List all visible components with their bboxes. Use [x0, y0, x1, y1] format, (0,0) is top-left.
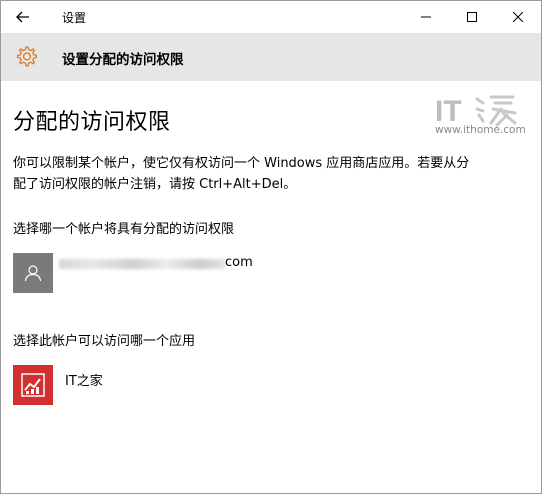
maximize-icon	[467, 12, 477, 22]
close-icon	[513, 12, 523, 22]
user-icon	[24, 265, 42, 282]
minimize-icon	[421, 16, 431, 18]
back-button[interactable]	[11, 5, 35, 29]
avatar	[13, 253, 53, 293]
app-name: IT之家	[65, 374, 103, 389]
gear-icon	[16, 46, 38, 67]
account-name-redacted	[59, 259, 225, 269]
settings-window: 设置 设置分配的访问权限 IT www.ithome.com 分配的访问权限 你…	[0, 0, 542, 494]
account-section-label: 选择哪一个帐户将具有分配的访问权限	[13, 222, 235, 237]
chart-icon	[21, 373, 45, 397]
page-description: 你可以限制某个帐户，使它仅有权访问一个 Windows 应用商店应用。若要从分配…	[13, 156, 470, 192]
back-arrow-icon	[16, 11, 29, 23]
page-header: 设置分配的访问权限	[1, 33, 541, 81]
account-name: com	[225, 255, 253, 270]
header-title: 设置分配的访问权限	[62, 52, 184, 68]
close-button[interactable]	[495, 1, 541, 33]
maximize-button[interactable]	[449, 1, 495, 33]
app-icon	[13, 365, 53, 405]
choose-account-button[interactable]: com	[13, 253, 313, 293]
title-bar: 设置	[1, 1, 541, 33]
minimize-button[interactable]	[403, 1, 449, 33]
choose-app-button[interactable]: IT之家	[13, 365, 213, 405]
window-title: 设置	[62, 11, 87, 25]
watermark-url: www.ithome.com	[435, 124, 526, 136]
page-title: 分配的访问权限	[13, 110, 171, 135]
app-section-label: 选择此帐户可以访问哪一个应用	[13, 334, 196, 349]
